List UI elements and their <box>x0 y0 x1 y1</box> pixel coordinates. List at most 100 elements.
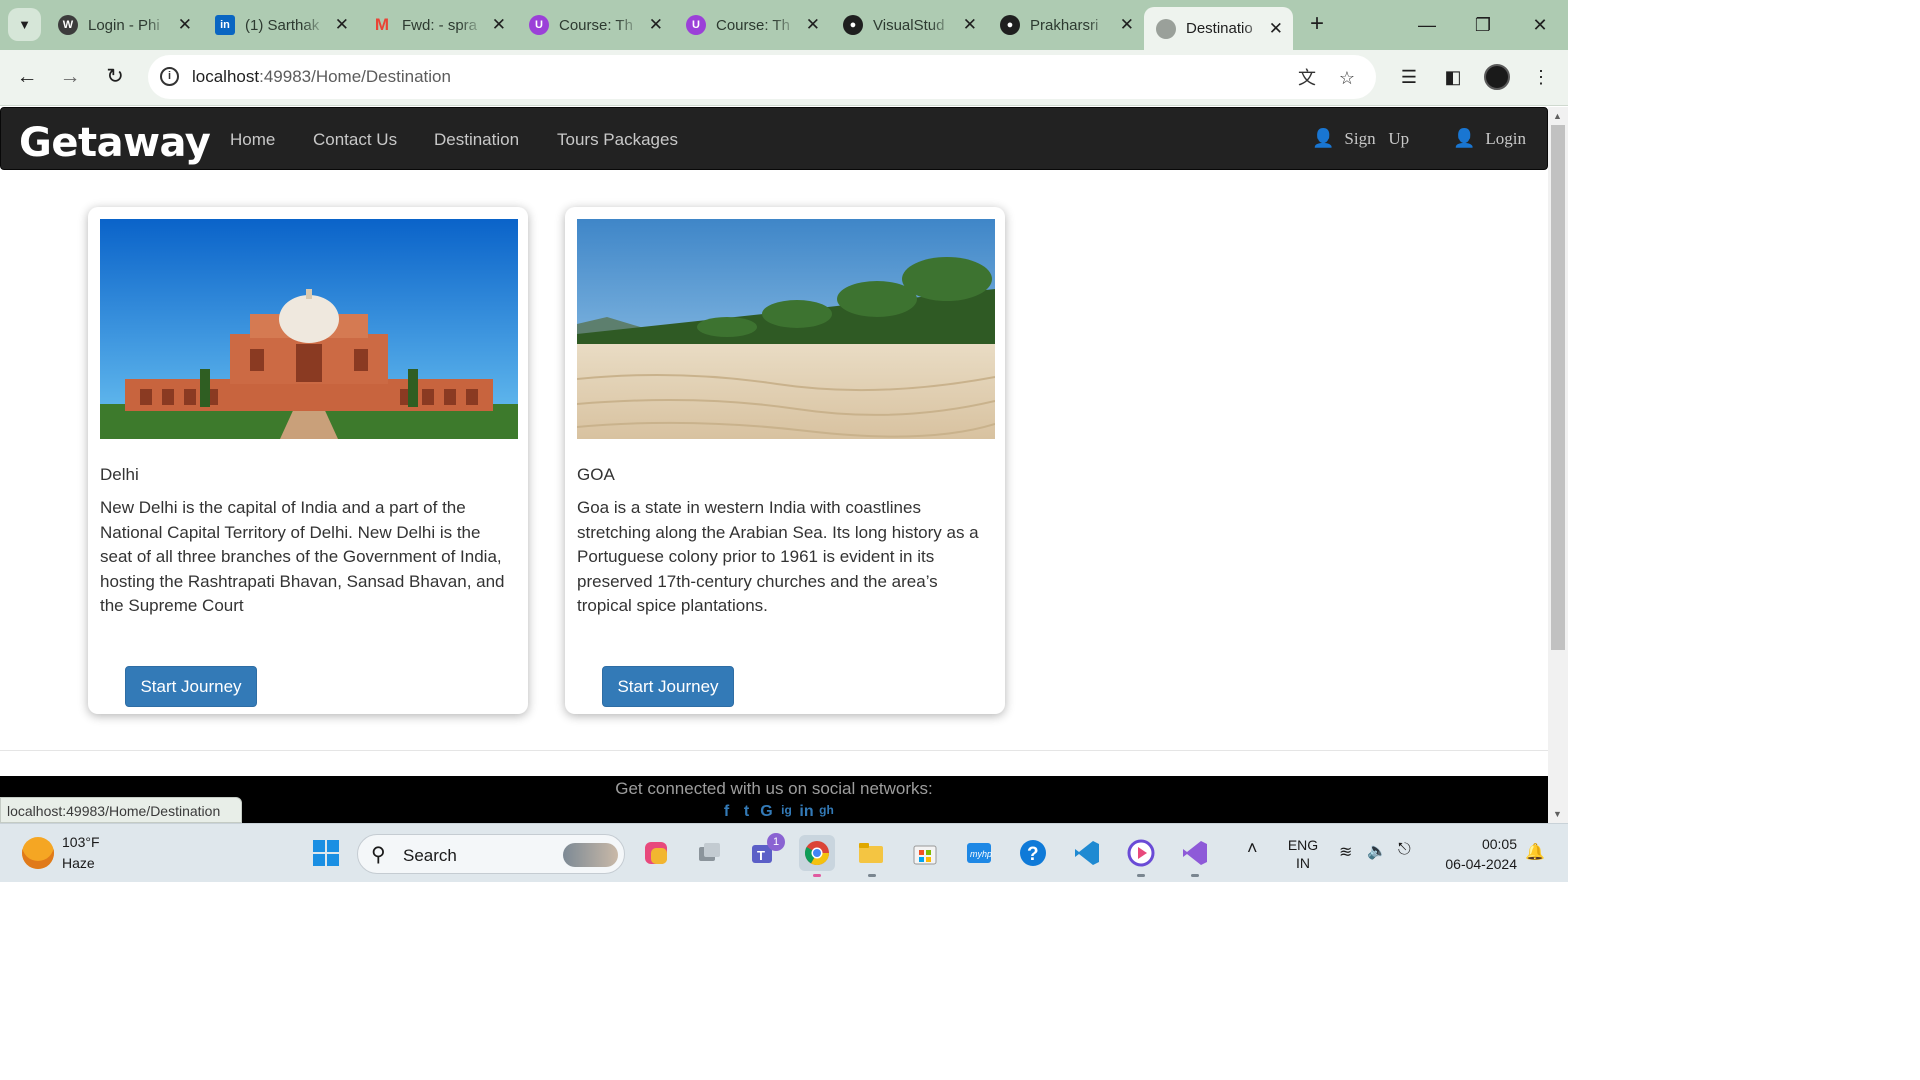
ms-store-icon[interactable] <box>907 835 943 871</box>
reload-button[interactable]: ↻ <box>100 62 130 92</box>
browser-toolbar: ← → ↻ i localhost:49983/Home/Destination… <box>0 50 1568 106</box>
scroll-down-icon[interactable]: ▼ <box>1553 809 1562 819</box>
login-label: Login <box>1485 128 1527 148</box>
browser-tab[interactable]: ● VisualStud ✕ <box>831 8 987 42</box>
clock-time: 00:05 <box>1481 836 1517 852</box>
start-journey-button[interactable]: Start Journey <box>125 666 257 707</box>
reload-icon: ↻ <box>106 65 124 88</box>
close-icon[interactable]: ✕ <box>335 15 349 35</box>
chevron-up-icon[interactable]: ˄ <box>1247 838 1258 859</box>
teams-badge: 1 <box>767 833 785 851</box>
scroll-up-icon[interactable]: ▲ <box>1553 111 1562 121</box>
star-icon[interactable]: ☆ <box>1336 67 1358 89</box>
browser-tab[interactable]: ● Prakharsri ✕ <box>988 8 1144 42</box>
google-icon[interactable]: G <box>758 803 775 821</box>
teams-icon[interactable]: T 1 <box>745 833 785 871</box>
course-icon: U <box>529 15 549 35</box>
new-tab-button[interactable]: + <box>1303 10 1331 38</box>
signup-link[interactable]: 👤 Sign Up <box>1312 128 1409 149</box>
close-icon[interactable]: ✕ <box>649 15 663 35</box>
arrow-left-icon: ← <box>16 65 38 88</box>
login-link[interactable]: 👤 Login <box>1453 128 1526 149</box>
minimize-button[interactable]: — <box>1412 10 1442 40</box>
open-app-indicator <box>1137 874 1145 877</box>
social-links: f t G ig in gh <box>718 803 835 821</box>
address-bar[interactable]: i localhost:49983/Home/Destination 文 ☆ <box>148 55 1376 99</box>
search-icon: ⚲ <box>371 844 386 866</box>
browser-tab[interactable]: W Login - Phi ✕ <box>46 8 202 42</box>
menu-kebab-icon[interactable]: ⋮ <box>1528 64 1554 90</box>
close-icon[interactable]: ✕ <box>492 15 506 35</box>
nav-link-tours[interactable]: Tours Packages <box>557 130 678 150</box>
brand-logo[interactable]: Getaway <box>19 120 211 166</box>
nav-link-home[interactable]: Home <box>230 130 275 150</box>
chrome-icon[interactable] <box>799 835 835 871</box>
page-scrollbar[interactable]: ▲ ▼ <box>1548 107 1568 823</box>
file-explorer-icon[interactable] <box>853 835 889 871</box>
task-view-icon[interactable] <box>691 835 727 871</box>
windows-start-icon[interactable] <box>308 835 344 871</box>
myhp-icon[interactable]: myhp <box>961 835 997 871</box>
windows-taskbar: 103°F Haze ⚲ Search T 1 myhp ? ˄ ENG IN … <box>0 823 1568 882</box>
weather-icon[interactable] <box>22 837 54 869</box>
close-icon[interactable]: ✕ <box>963 15 977 35</box>
close-icon[interactable]: ✕ <box>178 15 192 35</box>
weather-condition[interactable]: Haze <box>62 855 95 871</box>
taskbar-search[interactable]: ⚲ Search <box>357 834 625 874</box>
close-window-button[interactable]: ✕ <box>1525 10 1555 40</box>
footer-text: Get connected with us on social networks… <box>615 779 933 798</box>
browser-tab[interactable]: U Course: Th ✕ <box>517 8 673 42</box>
wifi-icon[interactable]: ≋ <box>1339 842 1352 862</box>
browser-tab-active[interactable]: Destinatio ✕ <box>1144 7 1293 50</box>
github-icon[interactable]: gh <box>818 803 835 821</box>
reading-list-icon[interactable]: ☰ <box>1396 64 1422 90</box>
scrollbar-thumb[interactable] <box>1551 125 1565 650</box>
start-journey-button[interactable]: Start Journey <box>602 666 734 707</box>
volume-icon[interactable]: 🔈 <box>1367 841 1387 861</box>
restore-button[interactable]: ❐ <box>1468 10 1498 40</box>
active-app-indicator <box>813 874 821 877</box>
tab-search-button[interactable]: ▼ <box>8 8 41 41</box>
signup-label: Sign Up <box>1344 128 1410 148</box>
nav-link-destination[interactable]: Destination <box>434 130 519 150</box>
close-icon[interactable]: ✕ <box>806 15 820 35</box>
twitter-icon[interactable]: t <box>738 803 755 821</box>
url-text[interactable]: localhost:49983/Home/Destination <box>192 67 451 87</box>
close-icon[interactable]: ✕ <box>1269 19 1283 39</box>
visual-studio-icon[interactable] <box>1177 835 1213 871</box>
svg-text:T: T <box>757 848 765 863</box>
globe-icon <box>1156 18 1176 39</box>
card-title: Delhi <box>100 465 139 484</box>
back-button[interactable]: ← <box>12 62 42 92</box>
search-highlight-image <box>563 843 618 867</box>
minimize-icon: — <box>1418 15 1436 35</box>
open-app-indicator <box>1191 874 1199 877</box>
course-icon: U <box>686 15 706 35</box>
language-indicator[interactable]: ENG IN <box>1286 836 1320 872</box>
copilot-icon[interactable] <box>638 835 674 871</box>
card-description: New Delhi is the capital of India and a … <box>100 498 505 615</box>
system-clock[interactable]: 00:05 06-04-2024 <box>1435 834 1517 874</box>
nav-link-contact[interactable]: Contact Us <box>313 130 397 150</box>
vscode-icon[interactable] <box>1069 835 1105 871</box>
close-icon[interactable]: ✕ <box>1120 15 1134 35</box>
media-player-icon[interactable] <box>1123 835 1159 871</box>
card-title: GOA <box>577 465 615 484</box>
facebook-icon[interactable]: f <box>718 803 735 821</box>
notification-bell-icon[interactable]: 🔔 <box>1525 842 1545 862</box>
profile-avatar[interactable] <box>1484 64 1510 90</box>
help-icon[interactable]: ? <box>1015 835 1051 871</box>
site-info-icon[interactable]: i <box>160 67 179 86</box>
user-icon: 👤 <box>1312 128 1335 148</box>
linkedin-icon[interactable]: in <box>798 803 815 821</box>
battery-icon[interactable]: ⎋ <box>1398 841 1411 859</box>
browser-tab[interactable]: in (1) Sarthak ✕ <box>203 8 359 42</box>
forward-button[interactable]: → <box>55 62 85 92</box>
svg-text:?: ? <box>1027 844 1039 865</box>
translate-icon[interactable]: 文 <box>1296 67 1318 89</box>
browser-tab[interactable]: U Course: Th ✕ <box>674 8 830 42</box>
instagram-icon[interactable]: ig <box>778 803 795 821</box>
temperature[interactable]: 103°F <box>62 834 100 850</box>
side-panel-icon[interactable]: ◧ <box>1440 64 1466 90</box>
browser-tab[interactable]: M Fwd: - spra ✕ <box>360 8 516 42</box>
